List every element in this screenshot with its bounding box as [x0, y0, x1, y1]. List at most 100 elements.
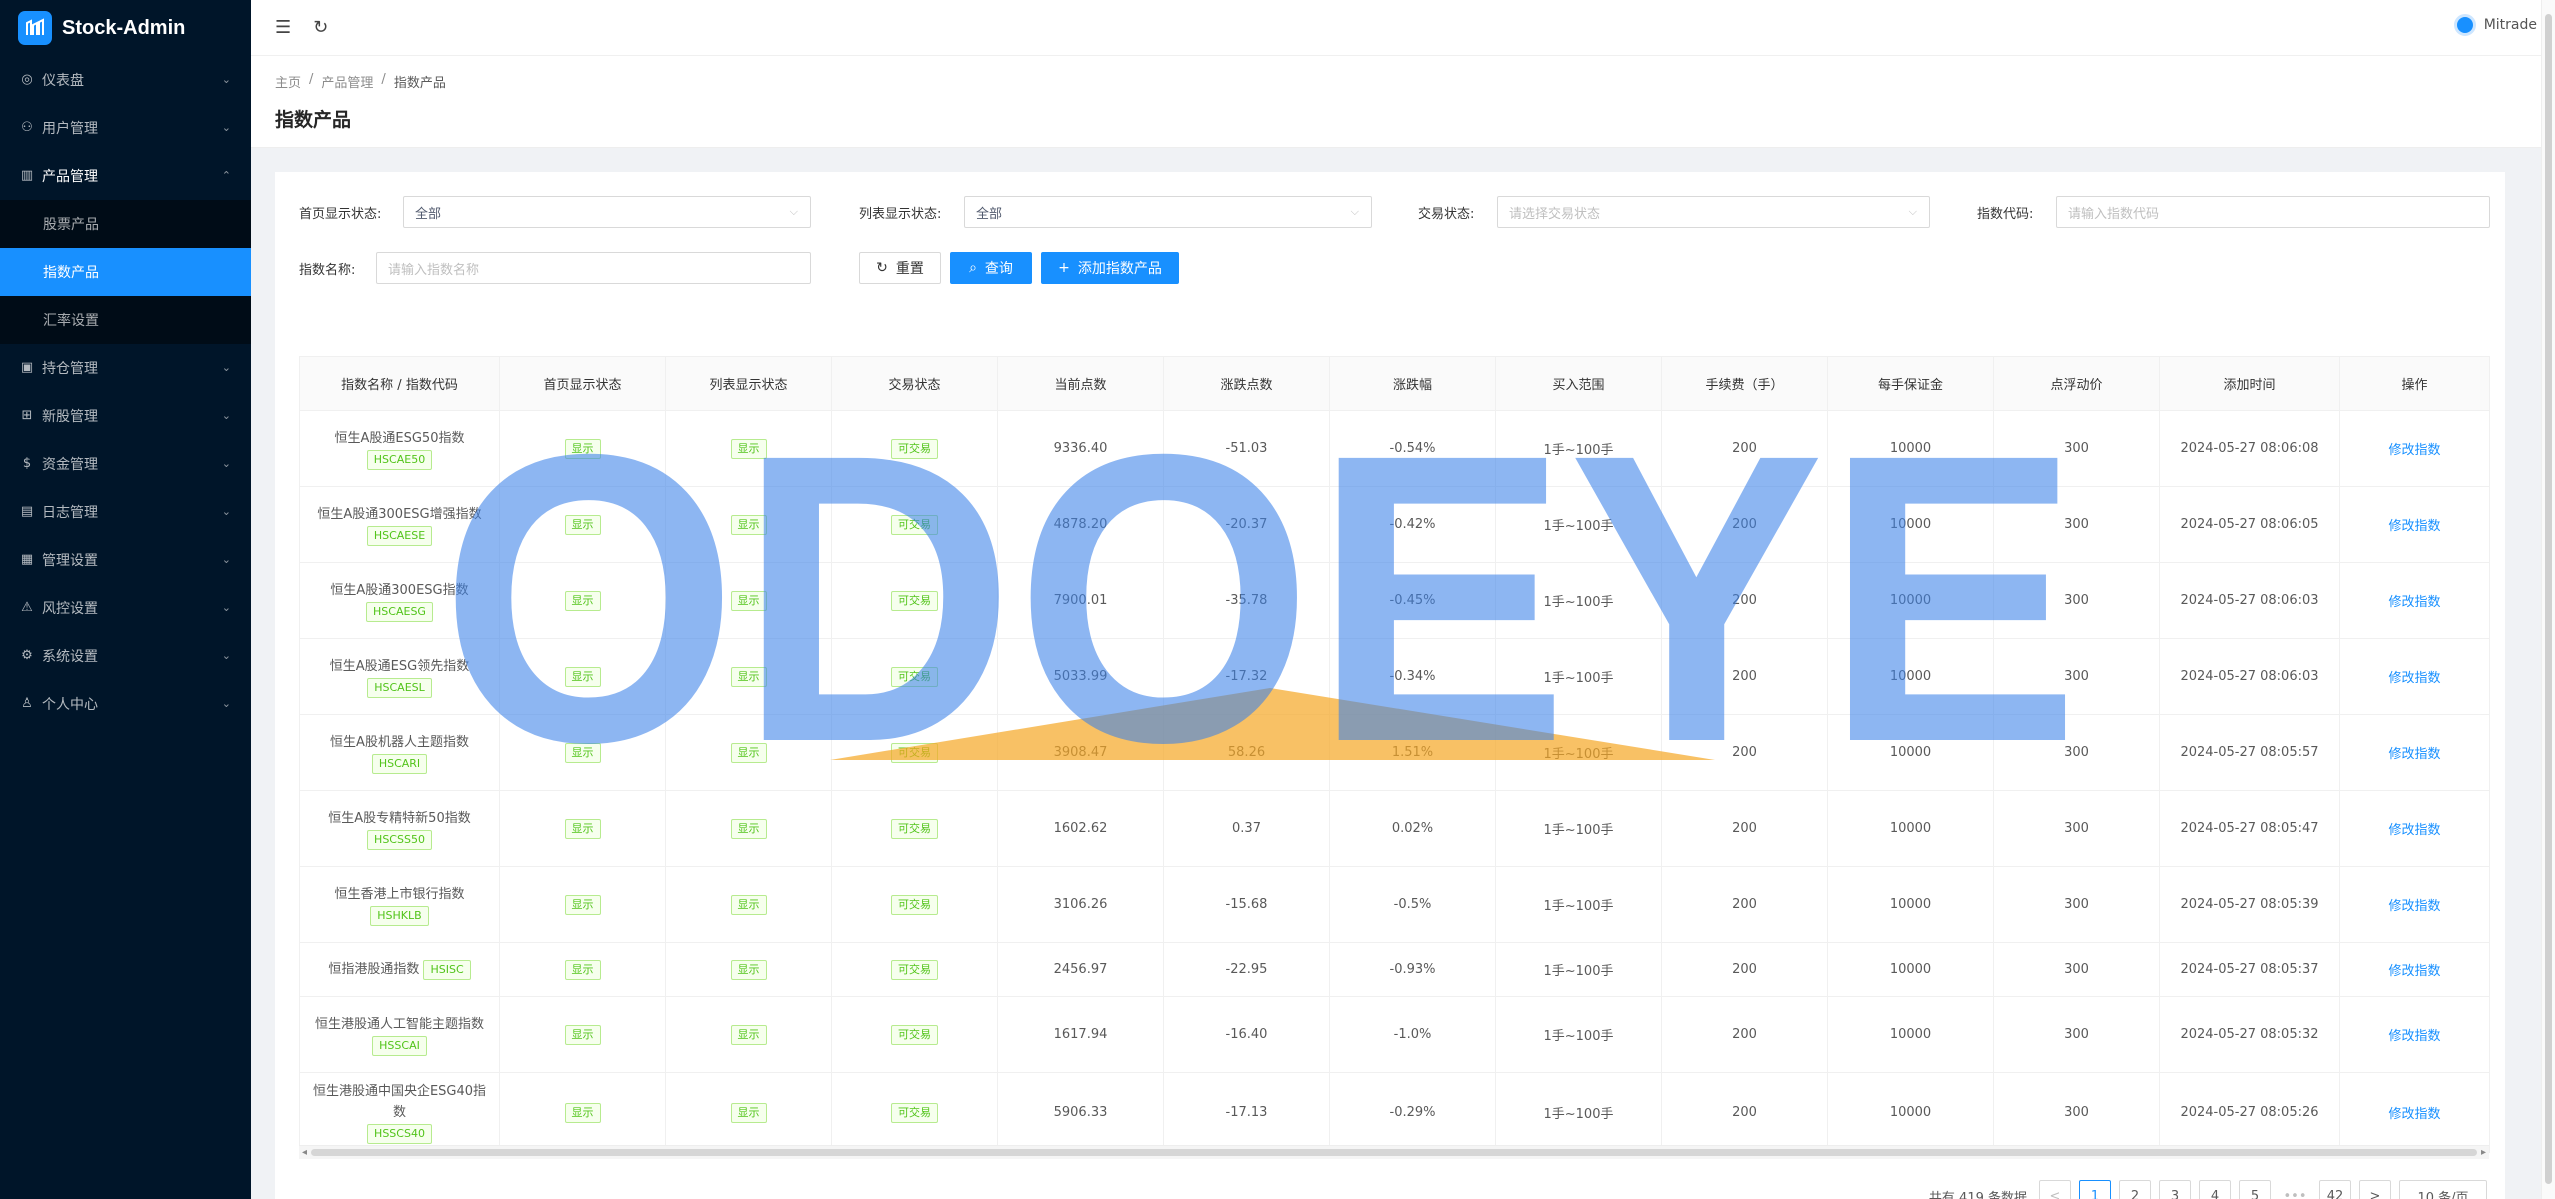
horizontal-scrollbar[interactable]: ◂ ▸ — [299, 1145, 2489, 1159]
trade-status-tag: 可交易 — [891, 590, 938, 611]
page-button[interactable]: 3 — [2159, 1180, 2191, 1199]
scrollbar-thumb[interactable] — [311, 1149, 2477, 1156]
submenu-item-2[interactable]: 汇率设置 — [0, 296, 251, 344]
home-status-select[interactable]: 全部 ⌵ — [403, 196, 811, 228]
next-page-button[interactable]: > — [2359, 1180, 2391, 1199]
sidebar-item-4[interactable]: ⊞ 新股管理 ⌄ — [0, 392, 251, 440]
list-status-tag: 显示 — [730, 1024, 767, 1045]
index-code-tag: HSSCAI — [372, 1035, 427, 1056]
sidebar-item-0[interactable]: ◎ 仪表盘 ⌄ — [0, 56, 251, 104]
name-cell: 恒生港股通中国央企ESG40指数 HSSCS40 — [299, 1072, 500, 1153]
prev-page-button[interactable]: < — [2039, 1180, 2071, 1199]
user-menu[interactable]: Mitrade — [2453, 14, 2537, 36]
breadcrumb-home[interactable]: 主页 — [275, 72, 301, 91]
edit-index-link[interactable]: 修改指数 — [2388, 747, 2440, 762]
fee-cell: 200 — [1661, 996, 1828, 1073]
time-cell: 2024-05-27 08:06:03 — [2159, 562, 2340, 639]
page-size-select[interactable]: 10 条/页 — [2399, 1180, 2487, 1199]
edit-index-link[interactable]: 修改指数 — [2388, 1107, 2440, 1122]
page-button[interactable]: 42 — [2319, 1180, 2351, 1199]
sidebar-item-7[interactable]: ▦ 管理设置 ⌄ — [0, 536, 251, 584]
page-button[interactable]: 4 — [2199, 1180, 2231, 1199]
action-cell: 修改指数 — [2339, 486, 2490, 563]
menu-fold-icon[interactable]: ☰ — [275, 17, 291, 38]
edit-index-link[interactable]: 修改指数 — [2388, 1029, 2440, 1044]
name-cell: 恒生港股通人工智能主题指数 HSSCAI — [299, 996, 500, 1073]
home-status-tag: 显示 — [564, 959, 601, 980]
trade-status-cell: 可交易 — [831, 996, 998, 1073]
column-header: 当前点数 — [997, 356, 1164, 411]
sidebar-item-9[interactable]: ⚙ 系统设置 ⌄ — [0, 632, 251, 680]
breadcrumb-product[interactable]: 产品管理 — [321, 72, 373, 91]
sidebar-item-8[interactable]: ⚠ 风控设置 ⌄ — [0, 584, 251, 632]
edit-index-link[interactable]: 修改指数 — [2388, 595, 2440, 610]
list-status-cell: 显示 — [665, 942, 832, 997]
edit-index-link[interactable]: 修改指数 — [2388, 823, 2440, 838]
margin-cell: 10000 — [1827, 996, 1994, 1073]
filter-trade-status: 交易状态: 请选择交易状态 ⌵ — [1418, 196, 1930, 228]
reset-button[interactable]: ↻ 重置 — [859, 252, 941, 284]
table-row: 恒生A股机器人主题指数 HSCARI 显示 显示 可交易 3908.47 58.26 1.51… — [299, 714, 2490, 791]
app-name: Stock-Admin — [62, 16, 186, 39]
app-logo[interactable]: Stock-Admin — [0, 0, 251, 56]
page-button[interactable]: 1 — [2079, 1180, 2111, 1199]
page-button[interactable]: 5 — [2239, 1180, 2271, 1199]
pagination-total: 共有 419 条数据 — [1928, 1190, 2027, 1199]
edit-index-link[interactable]: 修改指数 — [2388, 443, 2440, 458]
vertical-scrollbar[interactable] — [2541, 0, 2555, 1199]
page-title: 指数产品 — [275, 109, 352, 131]
log-icon: ▤ — [20, 504, 34, 519]
index-code-input[interactable]: 请输入指数代码 — [2056, 196, 2490, 228]
vertical-scrollbar-thumb[interactable] — [2545, 14, 2552, 1184]
list-status-tag: 显示 — [730, 590, 767, 611]
list-status-value: 全部 — [976, 206, 1003, 222]
edit-index-link[interactable]: 修改指数 — [2388, 671, 2440, 686]
trade-status-cell: 可交易 — [831, 486, 998, 563]
list-status-cell: 显示 — [665, 790, 832, 867]
price-cell: 5906.33 — [997, 1072, 1164, 1153]
edit-index-link[interactable]: 修改指数 — [2388, 964, 2440, 979]
home-status-tag: 显示 — [564, 894, 601, 915]
edit-index-link[interactable]: 修改指数 — [2388, 519, 2440, 534]
index-table: 指数名称 / 指数代码 首页显示状态 列表显示状态 交易状态 当前点数 涨跌点数 涨跌幅 买入… — [299, 356, 2490, 1153]
edit-index-link[interactable]: 修改指数 — [2388, 899, 2440, 914]
sidebar-item-2[interactable]: ▥ 产品管理 ⌃ — [0, 152, 251, 200]
person-icon: ♙ — [21, 696, 33, 711]
sidebar-item-6[interactable]: ▤ 日志管理 ⌄ — [0, 488, 251, 536]
list-status-select[interactable]: 全部 ⌵ — [964, 196, 1372, 228]
page-button[interactable]: ••• — [2279, 1180, 2311, 1199]
scroll-left-icon[interactable]: ◂ — [302, 1147, 307, 1158]
time-cell: 2024-05-27 08:06:08 — [2159, 410, 2340, 487]
add-index-button[interactable]: + 添加指数产品 — [1041, 252, 1179, 284]
sidebar-item-5[interactable]: $ 资金管理 ⌄ — [0, 440, 251, 488]
user-name: Mitrade — [2483, 17, 2537, 33]
search-button[interactable]: ⌕ 查询 — [950, 252, 1032, 284]
sidebar-item-3[interactable]: ▣ 持仓管理 ⌄ — [0, 344, 251, 392]
scroll-right-icon[interactable]: ▸ — [2481, 1147, 2486, 1158]
column-header: 买入范围 — [1495, 356, 1662, 411]
sidebar-item-label: 持仓管理 — [42, 361, 98, 377]
name-cell: 恒生A股通ESG50指数 HSCAE50 — [299, 410, 500, 487]
search-icon: ⌕ — [969, 260, 977, 276]
action-cell: 修改指数 — [2339, 410, 2490, 487]
sidebar-item-1[interactable]: ⚇ 用户管理 ⌄ — [0, 104, 251, 152]
refresh-icon[interactable]: ↻ — [313, 17, 328, 38]
table-row: 恒生A股通ESG50指数 HSCAE50 显示 显示 可交易 9336.40 -51.03-… — [299, 410, 2490, 487]
column-header: 每手保证金 — [1827, 356, 1994, 411]
trade-status-select[interactable]: 请选择交易状态 ⌵ — [1497, 196, 1930, 228]
breadcrumb-current: 指数产品 — [393, 76, 446, 91]
money-icon: $ — [22, 456, 32, 471]
index-name-input[interactable]: 请输入指数名称 — [376, 252, 811, 284]
chevron-down-icon: ⌄ — [221, 121, 231, 134]
sidebar-item-10[interactable]: ♙ 个人中心 ⌄ — [0, 680, 251, 728]
search-label: 查询 — [984, 261, 1013, 277]
trade-status-tag: 可交易 — [891, 438, 938, 459]
table-row: 恒生港股通中国央企ESG40指数 HSSCS40 显示 显示 可交易 5906.33 -17… — [299, 1072, 2490, 1153]
margin-cell: 10000 — [1827, 562, 1994, 639]
change-pct-cell: -0.93% — [1329, 942, 1496, 997]
index-code-placeholder: 请输入指数代码 — [2068, 206, 2160, 222]
submenu-item-1[interactable]: 指数产品 — [0, 248, 251, 296]
change-pct-cell: -0.42% — [1329, 486, 1496, 563]
submenu-item-0[interactable]: 股票产品 — [0, 200, 251, 248]
page-button[interactable]: 2 — [2119, 1180, 2151, 1199]
